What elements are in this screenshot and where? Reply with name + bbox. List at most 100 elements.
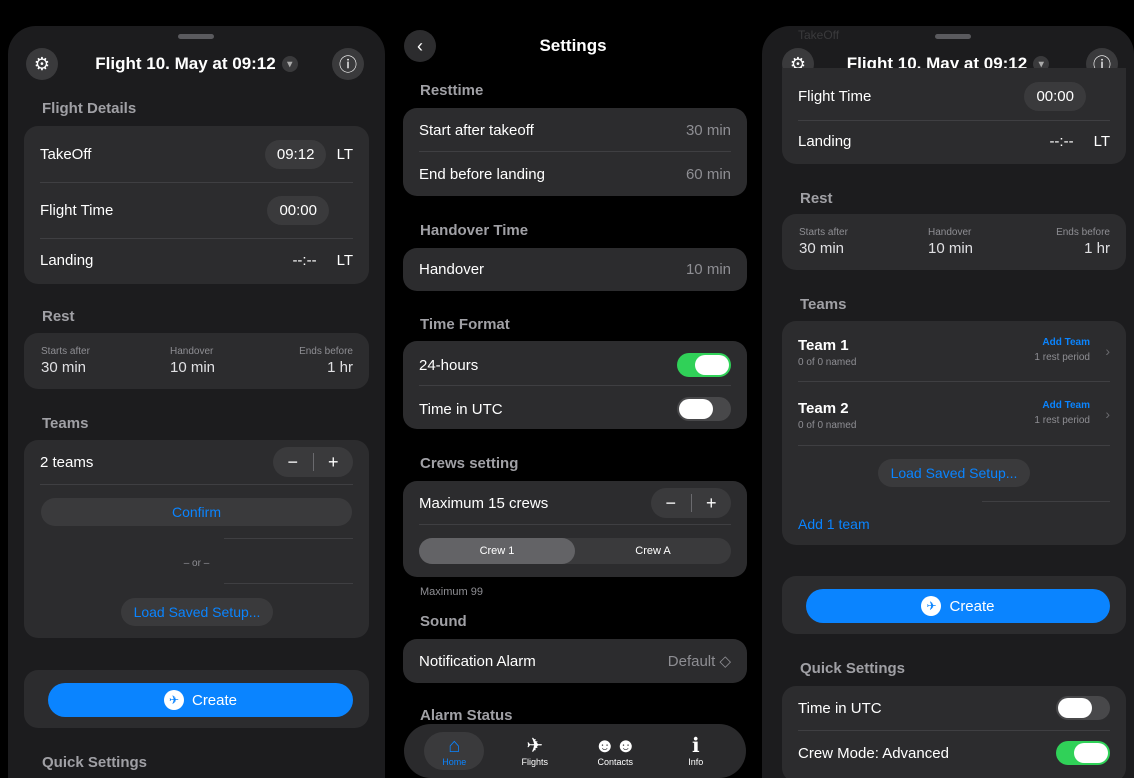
tab-home-label: Home bbox=[442, 757, 467, 767]
team-row[interactable]: Team 2 0 of 0 named Add Team 1 rest perio… bbox=[798, 400, 1110, 431]
airplane-icon: ✈ bbox=[921, 596, 942, 616]
handover: Handover 10 min bbox=[928, 227, 974, 257]
divider bbox=[798, 120, 1110, 121]
flight-time-pill[interactable]: 00:00 bbox=[1024, 82, 1086, 111]
start-after-row[interactable]: Start after takeoff 30 min bbox=[419, 122, 731, 139]
landing-value: --:-- bbox=[292, 252, 317, 269]
divider bbox=[40, 484, 353, 485]
takeoff-label: TakeOff bbox=[40, 146, 92, 163]
load-saved-setup-button[interactable]: Load Saved Setup... bbox=[878, 459, 1030, 487]
create-label: Create bbox=[191, 691, 238, 709]
divider bbox=[40, 182, 353, 183]
divider bbox=[419, 151, 731, 152]
teams-stepper[interactable]: − + bbox=[273, 447, 353, 477]
crews-card: Maximum 15 crews − + Crew 1 Crew A bbox=[403, 481, 747, 577]
max99-footnote: Maximum 99 bbox=[420, 586, 483, 598]
chevron-right-icon: › bbox=[1105, 343, 1110, 359]
rest-header: Rest bbox=[42, 308, 75, 325]
confirm-button[interactable]: Confirm bbox=[41, 498, 352, 526]
plus-icon[interactable]: + bbox=[314, 452, 354, 473]
create-button[interactable]: ✈ Create bbox=[806, 589, 1110, 623]
landing-label: Landing bbox=[40, 252, 94, 269]
crews-header: Crews setting bbox=[420, 455, 519, 472]
add-1-team-link[interactable]: Add 1 team bbox=[798, 516, 870, 532]
utc-toggle[interactable] bbox=[677, 397, 731, 421]
flight-title[interactable]: Flight 10. May at 09:12 ▾ bbox=[8, 42, 385, 86]
tab-home[interactable]: ⌂ Home bbox=[424, 732, 485, 770]
chevron-down-icon: ▾ bbox=[281, 56, 298, 72]
home-screen-left: ⚙ Flight 10. May at 09:12 ▾ ⓘ Flight Deta… bbox=[8, 0, 385, 778]
or-separator: – or – bbox=[183, 558, 210, 569]
segment-crew-1[interactable]: Crew 1 bbox=[419, 538, 575, 564]
flight-details-card: Flight Time 00:00 Landing --:-- LT bbox=[782, 68, 1126, 164]
airplane-icon: ✈ bbox=[526, 735, 544, 757]
confirm-label: Confirm bbox=[171, 504, 221, 520]
tab-info[interactable]: ℹ Info bbox=[666, 735, 726, 767]
flight-time-row[interactable]: Flight Time 00:00 bbox=[40, 196, 353, 225]
quick-settings-card: Time in UTC Crew Mode: Advanced bbox=[782, 686, 1126, 778]
ends-before: Ends before 1 hr bbox=[299, 346, 353, 376]
start-after-label: Start after takeoff bbox=[419, 122, 534, 139]
notification-alarm-row[interactable]: Notification Alarm Default ◇ bbox=[419, 652, 731, 671]
teams-header: Teams bbox=[800, 296, 847, 313]
load-saved-setup-button[interactable]: Load Saved Setup... bbox=[121, 598, 273, 626]
rest-card[interactable]: Starts after 30 min Handover 10 min Ends b… bbox=[782, 214, 1126, 270]
crew-mode-label: Crew Mode: Advanced bbox=[798, 744, 949, 762]
start-after-value: 30 min bbox=[685, 122, 731, 139]
rest-card[interactable]: Starts after 30 min Handover 10 min Ends b… bbox=[24, 333, 369, 389]
plus-icon[interactable]: + bbox=[692, 493, 732, 514]
resttime-card: Start after takeoff 30 min End before lan… bbox=[403, 108, 747, 196]
hours24-toggle[interactable] bbox=[677, 353, 731, 377]
info-icon[interactable]: ⓘ bbox=[332, 48, 364, 80]
lt-label: LT bbox=[1093, 133, 1110, 150]
sound-header: Sound bbox=[420, 613, 467, 630]
end-before-row[interactable]: End before landing 60 min bbox=[419, 166, 731, 183]
landing-row[interactable]: Landing --:-- LT bbox=[40, 252, 353, 269]
rest-period: 1 rest period bbox=[1034, 352, 1090, 363]
handover-card: Handover 10 min bbox=[403, 248, 747, 291]
tab-contacts[interactable]: ☻☻ Contacts bbox=[585, 735, 645, 767]
end-before-label: End before landing bbox=[419, 166, 545, 183]
handover-row[interactable]: Handover 10 min bbox=[419, 261, 731, 278]
add-team-link[interactable]: Add Team bbox=[1034, 400, 1090, 411]
minus-icon[interactable]: − bbox=[651, 493, 691, 514]
people-icon: ☻☻ bbox=[594, 735, 637, 757]
notif-label: Notification Alarm bbox=[419, 652, 536, 670]
flight-details-card: TakeOff 09:12 LT Flight Time 00:00 Landi… bbox=[24, 126, 369, 284]
ends-before: Ends before 1 hr bbox=[1056, 227, 1110, 257]
minus-icon[interactable]: − bbox=[273, 452, 313, 473]
flight-title-text: Flight 10. May at 09:12 bbox=[95, 54, 276, 73]
sheet-grabber[interactable] bbox=[935, 34, 971, 39]
resttime-header: Resttime bbox=[420, 82, 484, 99]
sheet-grabber[interactable] bbox=[178, 34, 214, 39]
utc-toggle[interactable] bbox=[1056, 696, 1110, 720]
settings-title: Settings bbox=[539, 36, 607, 55]
notif-value[interactable]: Default ◇ bbox=[668, 652, 731, 670]
tab-flights[interactable]: ✈ Flights bbox=[505, 735, 565, 767]
utc-row: Time in UTC bbox=[419, 397, 731, 421]
crew-mode-toggle[interactable] bbox=[1056, 741, 1110, 765]
divider bbox=[224, 538, 353, 539]
segment-crew-a[interactable]: Crew A bbox=[575, 538, 731, 564]
load-saved-label: Load Saved Setup... bbox=[890, 465, 1018, 481]
crews-stepper[interactable]: − + bbox=[651, 488, 731, 518]
landing-row[interactable]: Landing --:-- LT bbox=[798, 133, 1110, 150]
flight-time-label: Flight Time bbox=[798, 88, 872, 105]
handover-value: 10 min bbox=[685, 261, 731, 278]
team-row[interactable]: Team 1 0 of 0 named Add Team 1 rest perio… bbox=[798, 337, 1110, 368]
divider bbox=[982, 501, 1110, 502]
takeoff-time-pill[interactable]: 09:12 bbox=[264, 140, 327, 169]
flight-time-pill[interactable]: 00:00 bbox=[267, 196, 329, 225]
rest-period: 1 rest period bbox=[1034, 415, 1090, 426]
info-icon: ℹ bbox=[691, 735, 700, 757]
landing-value: --:-- bbox=[1049, 133, 1074, 150]
teams-card: 2 teams − + Confirm – or – Load Saved Set… bbox=[24, 440, 369, 638]
takeoff-row[interactable]: TakeOff 09:12 LT bbox=[40, 140, 353, 169]
create-card: ✈ Create bbox=[24, 670, 369, 728]
add-team-link[interactable]: Add Team bbox=[1034, 337, 1090, 348]
end-before-value: 60 min bbox=[685, 166, 731, 183]
flight-time-row[interactable]: Flight Time 00:00 bbox=[798, 82, 1110, 111]
starts-after: Starts after 30 min bbox=[41, 346, 90, 376]
teams-count: 2 teams bbox=[40, 453, 94, 471]
create-button[interactable]: ✈ Create bbox=[48, 683, 353, 717]
